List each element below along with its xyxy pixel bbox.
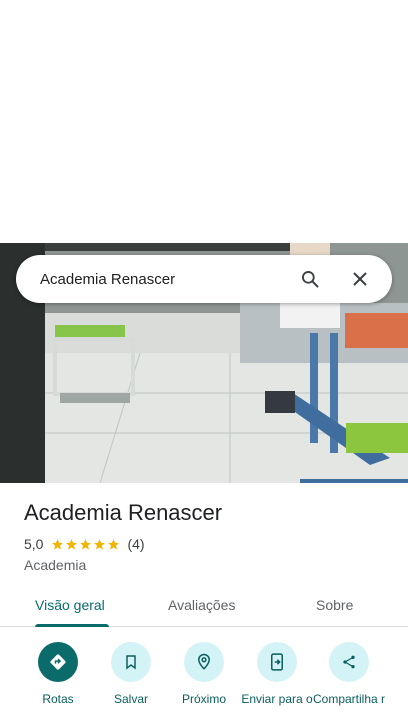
star-icon: [66, 538, 78, 550]
tab-bar: Visão geral Avaliações Sobre: [0, 585, 408, 627]
share-icon: [329, 642, 369, 682]
review-count: (4): [127, 536, 145, 552]
directions-icon: [38, 642, 78, 682]
action-bar: Rotas Salvar Próximo Enviar para o Compa…: [0, 640, 408, 726]
nearby-label: Próximo: [181, 692, 226, 706]
star-icon: [94, 538, 106, 550]
place-title: Academia Renascer: [24, 500, 223, 525]
star-icon: [80, 538, 92, 550]
save-button[interactable]: Salvar: [94, 642, 168, 706]
star-icon: [52, 538, 64, 550]
bookmark-icon: [111, 642, 151, 682]
tab-about[interactable]: Sobre: [316, 597, 353, 613]
save-label: Salvar: [113, 692, 148, 706]
send-to-phone-button[interactable]: Enviar para o: [240, 642, 314, 706]
place-category: Academia: [24, 557, 87, 573]
rating-row[interactable]: 5,0 (4): [24, 536, 145, 552]
map-area: [0, 0, 408, 243]
tab-reviews[interactable]: Avaliações: [168, 597, 235, 613]
nearby-icon: [184, 642, 224, 682]
star-icon: [108, 538, 120, 550]
search-input[interactable]: Academia Renascer: [40, 271, 292, 288]
rating-value: 5,0: [24, 536, 44, 552]
search-bar[interactable]: Academia Renascer: [16, 255, 392, 303]
share-button[interactable]: Compartilha r: [312, 642, 386, 706]
directions-label: Rotas: [42, 692, 74, 706]
search-icon[interactable]: [292, 261, 328, 297]
close-icon[interactable]: [342, 261, 378, 297]
send-to-phone-label: Enviar para o: [241, 692, 313, 706]
share-label: Compartilha r: [312, 692, 386, 706]
tab-indicator: [35, 624, 109, 627]
rating-stars: [51, 538, 121, 551]
tab-overview[interactable]: Visão geral: [35, 597, 105, 613]
directions-button[interactable]: Rotas: [21, 642, 95, 706]
nearby-button[interactable]: Próximo: [167, 642, 241, 706]
send-to-phone-icon: [257, 642, 297, 682]
